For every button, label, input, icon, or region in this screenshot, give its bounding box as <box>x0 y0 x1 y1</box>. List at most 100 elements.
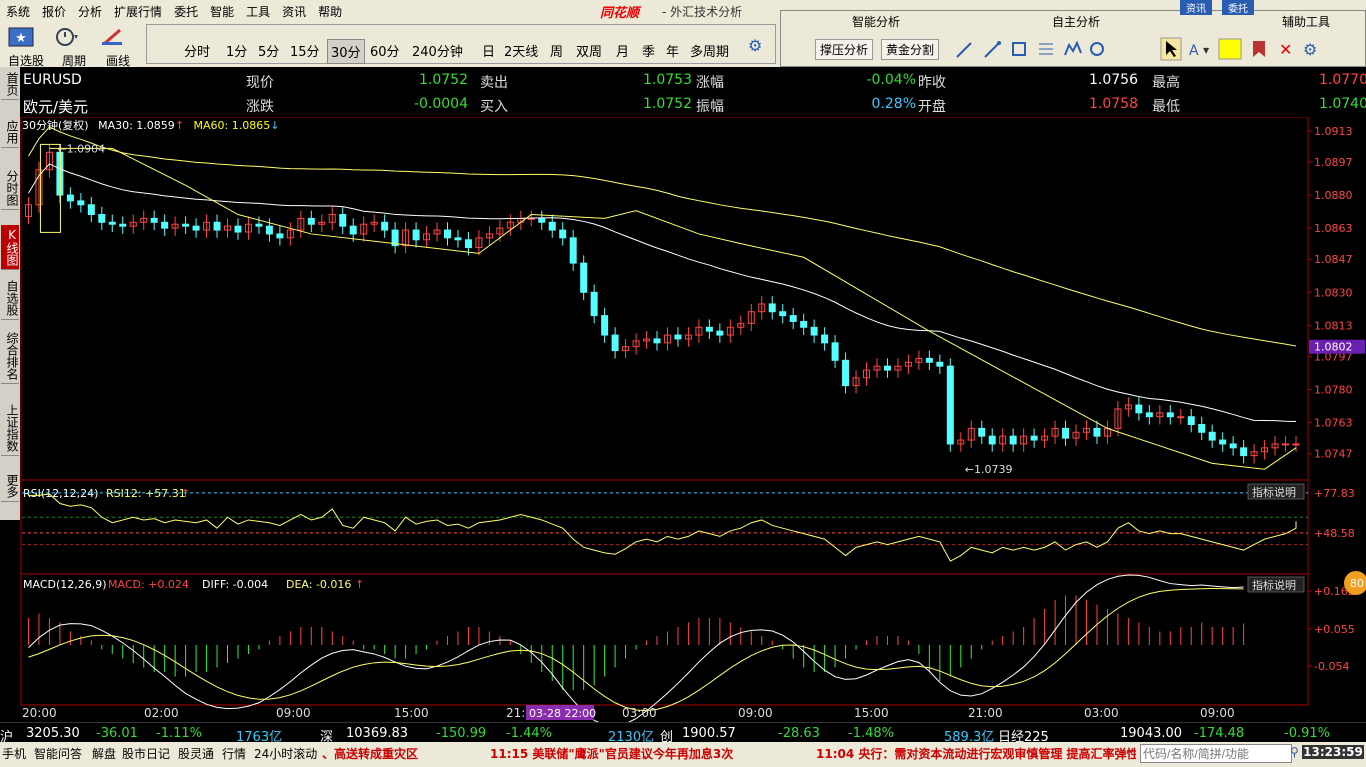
quote-value: 1.0752 <box>419 72 468 88</box>
support-resistance-button[interactable]: 撑压分析 <box>815 39 874 60</box>
candle-body <box>276 233 284 239</box>
panel-top-strip <box>950 0 1366 10</box>
news-ticker-2[interactable]: 11:04 央行：需对资本流动进行宏观审慎管理 提高汇率弹性 <box>816 745 1136 762</box>
bottom-tab-5[interactable]: 行情 <box>222 745 246 762</box>
period-6[interactable]: 240分钟 <box>409 39 466 62</box>
bottom-tab-4[interactable]: 股灵通 <box>178 745 214 762</box>
period-icon[interactable] <box>54 26 80 51</box>
text-tool-icon[interactable]: A ▼ <box>1189 43 1210 59</box>
wave-tool-icon[interactable] <box>1064 40 1082 56</box>
candle-body <box>119 223 127 227</box>
news-ticker-1[interactable]: 11:15 美联储"鹰派"官员建议今年再加息3次 <box>490 745 733 762</box>
candle-body <box>412 229 420 241</box>
watchlist-icon[interactable]: ★ <box>8 26 34 51</box>
code-search-input[interactable] <box>1140 744 1292 763</box>
bottom-tab-2[interactable]: 解盘 <box>92 745 116 762</box>
period-3[interactable]: 15分 <box>287 39 323 62</box>
left-tab-6[interactable]: 上证指数 <box>1 401 19 456</box>
tool-settings-gear-icon[interactable]: ⚙ <box>1303 40 1317 59</box>
rsi-up-arrow-icon: ↑ <box>181 487 190 500</box>
delete-icon[interactable]: ✕ <box>1279 40 1292 59</box>
period-8[interactable]: 2天线 <box>501 39 541 62</box>
bottom-tab-1[interactable]: 智能问答 <box>34 745 82 762</box>
self-analysis-header[interactable]: 自主分析 <box>1001 13 1151 30</box>
candle-body <box>1135 404 1143 414</box>
left-tab-3[interactable]: K线图 <box>1 225 19 270</box>
left-tab-7[interactable]: 更多 <box>1 471 19 502</box>
bottom-tab-0[interactable]: 手机 <box>2 745 26 762</box>
period-selector: 分时 1分 5分 15分 30分 60分 240分钟日 2天线周双周月季年多周期 <box>146 24 776 64</box>
bookmark-icon[interactable] <box>1253 41 1265 57</box>
time-tick-label: 09:00 <box>276 706 311 720</box>
fib-tool-icon[interactable] <box>1039 43 1053 55</box>
time-tick-label: 20:00 <box>22 706 57 720</box>
smart-analysis-header[interactable]: 智能分析 <box>821 13 931 30</box>
status-sh-index: 3205.30 <box>26 726 80 741</box>
ray-tool-icon[interactable] <box>984 41 1001 58</box>
time-tick-label: 09:00 <box>1200 706 1235 720</box>
rsi-value: RSI12: +57.31 <box>106 487 186 500</box>
quote-value: 1.0753 <box>643 72 692 88</box>
period-14[interactable]: 多周期 <box>687 39 732 62</box>
period-7[interactable]: 日 <box>479 39 498 62</box>
left-tab-4[interactable]: 自选股 <box>1 277 19 320</box>
zigzag-line <box>49 147 1297 470</box>
time-tick-label: 02:00 <box>144 706 179 720</box>
news-ticker-0[interactable]: 、高送转成重灾区 <box>322 745 418 762</box>
golden-section-button[interactable]: 黄金分割 <box>881 39 940 60</box>
cursor-icon[interactable] <box>1160 37 1182 61</box>
quote-label: 买入 <box>480 99 508 115</box>
time-tick-label: 15:00 <box>854 706 889 720</box>
period-0[interactable]: 分时 <box>181 39 213 62</box>
aux-tools-header[interactable]: 辅助工具 <box>1251 13 1361 30</box>
draw-line-icon[interactable] <box>100 26 126 51</box>
candle-body <box>1292 443 1300 446</box>
dea-line <box>28 588 1244 712</box>
trade-tab[interactable]: 委托 <box>1222 0 1254 15</box>
color-swatch-icon[interactable] <box>1218 38 1242 60</box>
candle-body <box>1166 412 1174 418</box>
candle-body <box>234 225 242 233</box>
search-icon[interactable]: ⚲ <box>1290 745 1299 759</box>
period-4[interactable]: 30分 <box>327 39 365 64</box>
rsi-help-label: 指标说明 <box>1252 485 1296 499</box>
analysis-panel: 智能分析 自主分析 辅助工具 撑压分析 黄金分割 A ▼ ✕ ⚙ <box>780 10 1366 67</box>
quote-value: 1.0770 <box>1319 72 1366 88</box>
left-tab-5[interactable]: 综合排名 <box>1 329 19 384</box>
period-13[interactable]: 年 <box>663 39 682 62</box>
price-tick-label: 1.0747 <box>1314 448 1353 461</box>
circle-tool-icon[interactable] <box>1090 42 1104 56</box>
candle-body <box>56 151 64 196</box>
period-5[interactable]: 60分 <box>367 39 403 62</box>
kline-chart[interactable]: 1.0913 1.0897 1.0880 1.0863 1.0847 1.0830 1.08… <box>20 117 1366 722</box>
period-10[interactable]: 双周 <box>573 39 605 62</box>
rsi-label: RSI(12,12,24) <box>23 487 98 500</box>
period-12[interactable]: 季 <box>639 39 658 62</box>
status-sh-pct: -1.11% <box>156 726 202 741</box>
left-tab-2[interactable]: 分时图 <box>1 167 19 210</box>
settings-gear-icon[interactable]: ⚙ <box>748 36 762 55</box>
rect-tool-icon[interactable] <box>1012 42 1026 56</box>
period-11[interactable]: 月 <box>613 39 632 62</box>
period-9[interactable]: 周 <box>547 39 566 62</box>
price-tick-label: 1.0813 <box>1314 319 1353 332</box>
candle-body <box>1240 447 1248 457</box>
quote-label: 昨收 <box>918 75 946 91</box>
candle-body <box>559 229 567 239</box>
period-2[interactable]: 5分 <box>255 39 282 62</box>
line-tool-icon[interactable] <box>956 42 972 58</box>
macd-axis-label: -0.054 <box>1314 660 1349 673</box>
status-cy-pct: -1.48% <box>848 726 894 741</box>
left-tab-0[interactable]: 首页 <box>1 69 19 100</box>
left-tab-1[interactable]: 应用 <box>1 117 19 148</box>
quote-value: 1.0740 <box>1319 96 1366 112</box>
left-nav-tabs: 首页应用分时图 K线图自选股综合排名上证指数更多 <box>0 67 20 520</box>
bottom-tab-6[interactable]: 24小时滚动 <box>254 745 317 762</box>
info-tab[interactable]: 资讯 <box>1180 0 1212 15</box>
bottom-tab-3[interactable]: 股市日记 <box>122 745 170 762</box>
svg-text:⚙: ⚙ <box>1303 40 1317 59</box>
quote-label: 开盘 <box>918 99 946 115</box>
macd-label: MACD(12,26,9) <box>23 578 107 591</box>
status-sz-index: 10369.83 <box>346 726 409 741</box>
period-1[interactable]: 1分 <box>223 39 250 62</box>
